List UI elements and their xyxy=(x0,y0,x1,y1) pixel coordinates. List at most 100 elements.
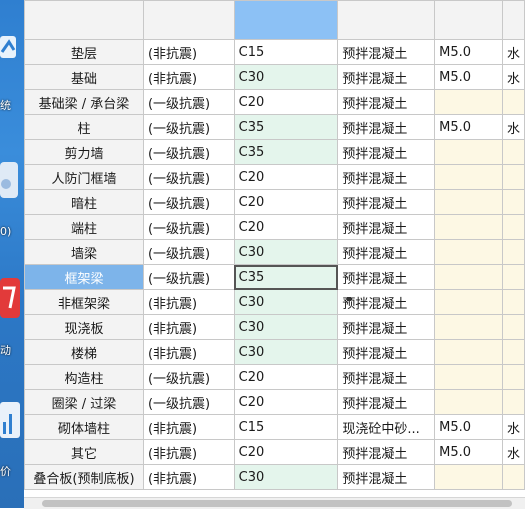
mortar-grade-cell[interactable] xyxy=(434,164,503,190)
mortar-type-cell[interactable] xyxy=(501,464,525,490)
scrollbar-thumb[interactable] xyxy=(42,500,512,507)
seismic-grade-cell[interactable]: (一级抗震) xyxy=(142,89,235,115)
component-name-cell[interactable]: 现浇板 xyxy=(24,314,144,340)
concrete-strength-cell[interactable]: C20 xyxy=(233,89,339,115)
desktop-app-icon[interactable] xyxy=(0,22,22,62)
concrete-strength-cell[interactable]: C30 xyxy=(233,239,339,265)
component-name-cell[interactable]: 非框架梁 xyxy=(24,289,144,315)
column-header[interactable] xyxy=(142,0,235,40)
concrete-strength-cell[interactable]: C35 xyxy=(233,139,339,165)
seismic-grade-cell[interactable]: (一级抗震) xyxy=(142,214,235,240)
mortar-grade-cell[interactable] xyxy=(434,389,503,415)
seismic-grade-cell[interactable]: (非抗震) xyxy=(142,464,235,490)
mortar-grade-cell[interactable]: M5.0 xyxy=(434,64,503,90)
mortar-grade-cell[interactable] xyxy=(434,289,503,315)
concrete-type-cell[interactable]: 预拌混凝土 xyxy=(337,289,436,315)
concrete-strength-cell[interactable]: C35 xyxy=(233,264,339,290)
column-header[interactable] xyxy=(501,0,525,40)
column-header[interactable] xyxy=(434,0,503,40)
concrete-strength-cell[interactable]: C35 xyxy=(233,114,339,140)
table-row[interactable]: 其它 (非抗震) C20 预拌混凝土 M5.0 水 xyxy=(24,439,525,465)
table-row[interactable]: 圈梁 / 过梁 (一级抗震) C20 预拌混凝土 xyxy=(24,389,525,415)
mortar-type-cell[interactable] xyxy=(501,214,525,240)
concrete-type-cell[interactable]: 预拌混凝土 xyxy=(337,39,436,65)
mortar-grade-cell[interactable] xyxy=(434,264,503,290)
component-name-cell[interactable]: 人防门框墙 xyxy=(24,164,144,190)
table-row[interactable]: 墙梁 (一级抗震) C30 预拌混凝土 xyxy=(24,239,525,265)
mortar-type-cell[interactable] xyxy=(501,389,525,415)
mortar-type-cell[interactable] xyxy=(501,339,525,365)
concrete-type-cell[interactable]: 现浇砼中砂... xyxy=(337,414,436,440)
concrete-type-cell[interactable]: 预拌混凝土 xyxy=(337,314,436,340)
concrete-strength-cell[interactable]: C20 xyxy=(233,439,339,465)
mortar-type-cell[interactable] xyxy=(501,89,525,115)
seismic-grade-cell[interactable]: (非抗震) xyxy=(142,314,235,340)
concrete-type-cell[interactable]: 预拌混凝土 xyxy=(337,464,436,490)
concrete-strength-cell[interactable]: C20 xyxy=(233,214,339,240)
concrete-type-cell[interactable]: 预拌混凝土 xyxy=(337,139,436,165)
concrete-type-cell[interactable]: 预拌混凝土 xyxy=(337,114,436,140)
component-name-cell[interactable]: 框架梁 xyxy=(24,264,144,290)
desktop-app-icon[interactable] xyxy=(0,160,22,200)
seismic-grade-cell[interactable]: (非抗震) xyxy=(142,414,235,440)
column-header[interactable] xyxy=(337,0,436,40)
table-row[interactable]: 非框架梁 (非抗震) C30 预拌混凝土 xyxy=(24,289,525,315)
mortar-type-cell[interactable]: 水 xyxy=(501,39,525,65)
seismic-grade-cell[interactable]: (一级抗震) xyxy=(142,389,235,415)
component-name-cell[interactable]: 楼梯 xyxy=(24,339,144,365)
table-row[interactable]: 柱 (一级抗震) C35 预拌混凝土 M5.0 水 xyxy=(24,114,525,140)
component-name-cell[interactable]: 暗柱 xyxy=(24,189,144,215)
component-name-cell[interactable]: 砌体墙柱 xyxy=(24,414,144,440)
table-row[interactable]: 叠合板(预制底板) (非抗震) C30 预拌混凝土 xyxy=(24,464,525,490)
concrete-type-cell[interactable]: 预拌混凝土 xyxy=(337,239,436,265)
concrete-type-cell[interactable]: 预拌混凝土 xyxy=(337,189,436,215)
component-name-cell[interactable]: 垫层 xyxy=(24,39,144,65)
seismic-grade-cell[interactable]: (非抗震) xyxy=(142,64,235,90)
fill-handle[interactable] xyxy=(347,297,351,301)
concrete-type-cell[interactable]: 预拌混凝土 xyxy=(337,64,436,90)
seismic-grade-cell[interactable]: (一级抗震) xyxy=(142,164,235,190)
component-name-cell[interactable]: 剪力墙 xyxy=(24,139,144,165)
concrete-type-cell[interactable]: 预拌混凝土 xyxy=(337,389,436,415)
seismic-grade-cell[interactable]: (非抗震) xyxy=(142,439,235,465)
column-header[interactable] xyxy=(24,0,144,40)
horizontal-scrollbar[interactable] xyxy=(24,497,525,509)
mortar-type-cell[interactable]: 水 xyxy=(501,64,525,90)
mortar-grade-cell[interactable]: M5.0 xyxy=(434,414,503,440)
table-row[interactable]: 基础 (非抗震) C30 预拌混凝土 M5.0 水 xyxy=(24,64,525,90)
seismic-grade-cell[interactable]: (一级抗震) xyxy=(142,114,235,140)
mortar-grade-cell[interactable]: M5.0 xyxy=(434,439,503,465)
mortar-grade-cell[interactable]: M5.0 xyxy=(434,39,503,65)
mortar-grade-cell[interactable] xyxy=(434,89,503,115)
table-row[interactable]: 基础梁 / 承台梁 (一级抗震) C20 预拌混凝土 xyxy=(24,89,525,115)
component-name-cell[interactable]: 端柱 xyxy=(24,214,144,240)
concrete-strength-cell[interactable]: C30 xyxy=(233,289,339,315)
seismic-grade-cell[interactable]: (非抗震) xyxy=(142,39,235,65)
mortar-type-cell[interactable] xyxy=(501,289,525,315)
mortar-grade-cell[interactable] xyxy=(434,239,503,265)
mortar-grade-cell[interactable] xyxy=(434,189,503,215)
concrete-type-cell[interactable]: 预拌混凝土 xyxy=(337,214,436,240)
concrete-strength-cell[interactable]: C30 xyxy=(233,339,339,365)
concrete-type-cell[interactable]: 预拌混凝土 xyxy=(337,339,436,365)
concrete-type-cell[interactable]: 预拌混凝土 xyxy=(337,264,436,290)
table-row[interactable]: 楼梯 (非抗震) C30 预拌混凝土 xyxy=(24,339,525,365)
mortar-type-cell[interactable] xyxy=(501,314,525,340)
mortar-grade-cell[interactable] xyxy=(434,214,503,240)
mortar-type-cell[interactable] xyxy=(501,364,525,390)
component-name-cell[interactable]: 圈梁 / 过梁 xyxy=(24,389,144,415)
mortar-type-cell[interactable] xyxy=(501,164,525,190)
table-row[interactable]: 构造柱 (一级抗震) C20 预拌混凝土 xyxy=(24,364,525,390)
mortar-type-cell[interactable]: 水 xyxy=(501,414,525,440)
table-row[interactable]: 现浇板 (非抗震) C30 预拌混凝土 xyxy=(24,314,525,340)
seismic-grade-cell[interactable]: (非抗震) xyxy=(142,289,235,315)
seismic-grade-cell[interactable]: (一级抗震) xyxy=(142,239,235,265)
mortar-type-cell[interactable] xyxy=(501,189,525,215)
concrete-type-cell[interactable]: 预拌混凝土 xyxy=(337,89,436,115)
mortar-type-cell[interactable] xyxy=(501,264,525,290)
table-row[interactable]: 垫层 (非抗震) C15 预拌混凝土 M5.0 水 xyxy=(24,39,525,65)
seismic-grade-cell[interactable]: (一级抗震) xyxy=(142,364,235,390)
concrete-strength-cell[interactable]: C15 xyxy=(233,414,339,440)
component-name-cell[interactable]: 基础 xyxy=(24,64,144,90)
concrete-strength-cell[interactable]: C20 xyxy=(233,389,339,415)
